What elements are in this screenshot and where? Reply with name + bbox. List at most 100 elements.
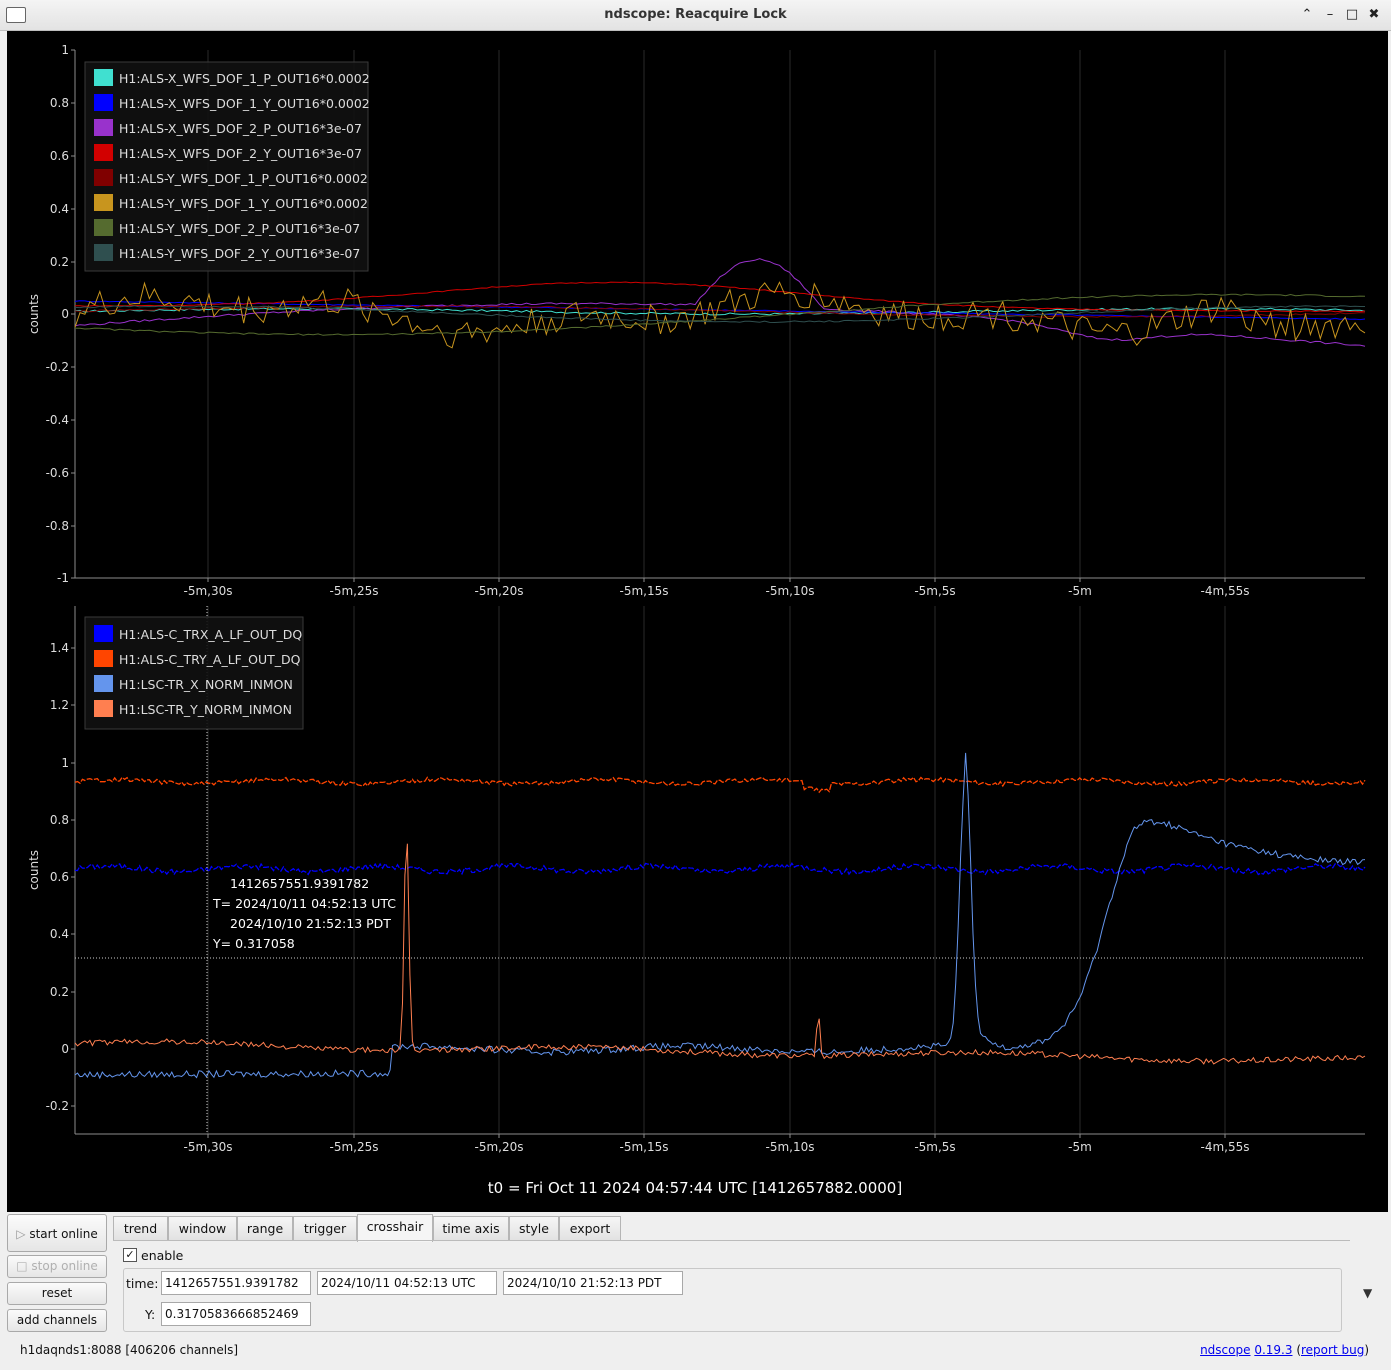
plot2-ytick-label-4: 0.6	[50, 870, 69, 884]
tab-export[interactable]: export	[559, 1216, 621, 1240]
time-gps-field[interactable]: 1412657551.9391782	[161, 1271, 311, 1295]
plot1-legend-label-7: H1:ALS-Y_WFS_DOF_2_Y_OUT16*3e-07	[119, 246, 360, 261]
plot1-legend-swatch-1	[94, 94, 113, 111]
plot2-legend-label-3: H1:LSC-TR_Y_NORM_INMON	[119, 702, 292, 717]
crosshair-y-text: Y= 0.317058	[212, 936, 295, 951]
play-icon: ▷	[16, 1227, 30, 1241]
window-title: ndscope: Reacquire Lock	[604, 7, 787, 22]
plot-area[interactable]: 1 0.8 0.6 0.4 0.2 0 -0.2 -0.4 -0.6 -0.8 -1 -5m,30s -…	[7, 31, 1388, 1212]
plot2-ytick-label-0: 1.4	[50, 641, 69, 655]
plot1-legend-label-5: H1:ALS-Y_WFS_DOF_1_Y_OUT16*0.0002	[119, 196, 368, 211]
plot1-legend-swatch-5	[94, 194, 113, 211]
stop-icon: □	[16, 1259, 32, 1273]
tab-crosshair[interactable]: crosshair	[357, 1214, 433, 1242]
plot1-xtick-label-4: -5m,10s	[766, 584, 815, 598]
time-label: time:	[126, 1276, 159, 1291]
plot2-ytick-label-3: 0.8	[50, 813, 69, 827]
plot1-legend-swatch-2	[94, 119, 113, 136]
plot2-legend-swatch-3	[94, 700, 113, 717]
server-status: h1daqnds1:8088 [406206 channels]	[20, 1343, 239, 1357]
plot1-ytick-label-4: 0.2	[50, 255, 69, 269]
plot2-legend-swatch-1	[94, 650, 113, 667]
plot1-legend-label-0: H1:ALS-X_WFS_DOF_1_P_OUT16*0.0002	[119, 71, 370, 86]
plot1-xtick-label-3: -5m,15s	[620, 584, 669, 598]
plot1-xtick-label-0: -5m,30s	[184, 584, 233, 598]
time-pdt-field[interactable]: 2024/10/10 21:52:13 PDT	[503, 1271, 683, 1295]
report-bug-link[interactable]: report bug	[1301, 1343, 1364, 1357]
enable-label: enable	[141, 1248, 184, 1263]
plot2-legend-label-2: H1:LSC-TR_X_NORM_INMON	[119, 677, 293, 692]
reset-button[interactable]: reset	[7, 1282, 107, 1305]
tab-range[interactable]: range	[237, 1216, 293, 1240]
plot1-xtick-label-7: -4m,55s	[1201, 584, 1250, 598]
close-icon[interactable]: ✖	[1364, 5, 1384, 25]
plot2-xtick-label-4: -5m,10s	[766, 1140, 815, 1154]
plot1-legend-label-2: H1:ALS-X_WFS_DOF_2_P_OUT16*3e-07	[119, 121, 362, 136]
plot1-ylabel: counts	[27, 294, 41, 334]
plot2-legend-label-0: H1:ALS-C_TRX_A_LF_OUT_DQ	[119, 627, 302, 642]
plots-canvas[interactable]: 1 0.8 0.6 0.4 0.2 0 -0.2 -0.4 -0.6 -0.8 -1 -5m,30s -…	[7, 31, 1388, 1212]
plot1-ytick-label-6: -0.2	[46, 360, 69, 374]
version-link[interactable]: 0.19.3	[1254, 1343, 1292, 1357]
plot2-ytick-label-7: 0	[61, 1042, 69, 1056]
plot2-ytick-label-6: 0.2	[50, 985, 69, 999]
plot1-xtick-label-2: -5m,20s	[475, 584, 524, 598]
plot1-legend-label-6: H1:ALS-Y_WFS_DOF_2_P_OUT16*3e-07	[119, 221, 360, 236]
plot2-legend-swatch-0	[94, 625, 113, 642]
start-online-button[interactable]: ▷ start online	[7, 1214, 107, 1252]
enable-checkbox[interactable]: ✓	[123, 1248, 137, 1262]
plot2-xtick-label-2: -5m,20s	[475, 1140, 524, 1154]
stop-online-button: □ stop online	[7, 1255, 107, 1278]
plot1-ytick-label-8: -0.6	[46, 466, 69, 480]
plot2-ytick-label-2: 1	[61, 756, 69, 770]
plot1-legend-box	[84, 61, 369, 272]
keep-above-icon[interactable]: ⌃	[1297, 5, 1317, 25]
minimize-icon[interactable]: –	[1320, 5, 1340, 25]
plot2-xtick-label-0: -5m,30s	[184, 1140, 233, 1154]
t0-label: t0 = Fri Oct 11 2024 04:57:44 UTC [14126…	[488, 1179, 902, 1197]
y-label: Y:	[145, 1307, 156, 1322]
plot2-xtick-label-7: -4m,55s	[1201, 1140, 1250, 1154]
plot1-ytick-label-0: 1	[61, 43, 69, 57]
crosshair-pdt-text: 2024/10/10 21:52:13 PDT	[230, 916, 391, 931]
crosshair-gps-text: 1412657551.9391782	[230, 876, 369, 891]
plot1-series-7	[74, 305, 1365, 324]
plot1-legend-label-1: H1:ALS-X_WFS_DOF_1_Y_OUT16*0.0002	[119, 96, 370, 111]
plot1-ytick-label-3: 0.4	[50, 202, 69, 216]
plot1-ytick-label-1: 0.8	[50, 96, 69, 110]
y-value-field[interactable]: 0.3170583666852469	[161, 1302, 311, 1326]
plot1-ytick-label-2: 0.6	[50, 149, 69, 163]
ndscope-link[interactable]: ndscope	[1200, 1343, 1250, 1357]
add-channels-button[interactable]: add channels	[7, 1309, 107, 1332]
plot1-legend-label-4: H1:ALS-Y_WFS_DOF_1_P_OUT16*0.0002	[119, 171, 368, 186]
plot1-xtick-label-5: -5m,5s	[914, 584, 955, 598]
time-utc-field[interactable]: 2024/10/11 04:52:13 UTC	[317, 1271, 497, 1295]
plot1-legend-swatch-4	[94, 169, 113, 186]
plot1-legend-swatch-6	[94, 219, 113, 236]
plot2-xtick-label-3: -5m,15s	[620, 1140, 669, 1154]
dropdown-arrow-icon[interactable]: ▼	[1363, 1286, 1372, 1300]
tab-time-axis[interactable]: time axis	[433, 1216, 509, 1240]
tab-style[interactable]: style	[509, 1216, 559, 1240]
maximize-icon[interactable]: □	[1342, 5, 1362, 25]
plot2-ytick-label-8: -0.2	[46, 1099, 69, 1113]
plot2-xtick-label-6: -5m	[1068, 1140, 1092, 1154]
crosshair-panel: ✓ enable time: 1412657551.9391782 2024/1…	[113, 1240, 1350, 1341]
plot2-series-1	[74, 776, 1366, 794]
title-bar: ndscope: Reacquire Lock ⌃ – □ ✖	[0, 0, 1391, 31]
crosshair-fields: time: 1412657551.9391782 2024/10/11 04:5…	[123, 1268, 1342, 1332]
plot1-legend-label-3: H1:ALS-X_WFS_DOF_2_Y_OUT16*3e-07	[119, 146, 362, 161]
plot2-ytick-label-5: 0.4	[50, 927, 69, 941]
plot1-legend-swatch-0	[94, 69, 113, 86]
tab-trend[interactable]: trend	[113, 1216, 168, 1240]
plot2-xtick-label-1: -5m,25s	[330, 1140, 379, 1154]
tab-window[interactable]: window	[168, 1216, 237, 1240]
tab-trigger[interactable]: trigger	[293, 1216, 357, 1240]
plot2-legend-swatch-2	[94, 675, 113, 692]
plot2-series-0	[74, 862, 1366, 876]
plot1-ytick-label-7: -0.4	[46, 413, 69, 427]
plot1-xtick-label-1: -5m,25s	[330, 584, 379, 598]
plot1-legend-swatch-7	[94, 244, 113, 261]
plot2-xtick-label-5: -5m,5s	[914, 1140, 955, 1154]
crosshair-utc-text: T= 2024/10/11 04:52:13 UTC	[212, 896, 396, 911]
